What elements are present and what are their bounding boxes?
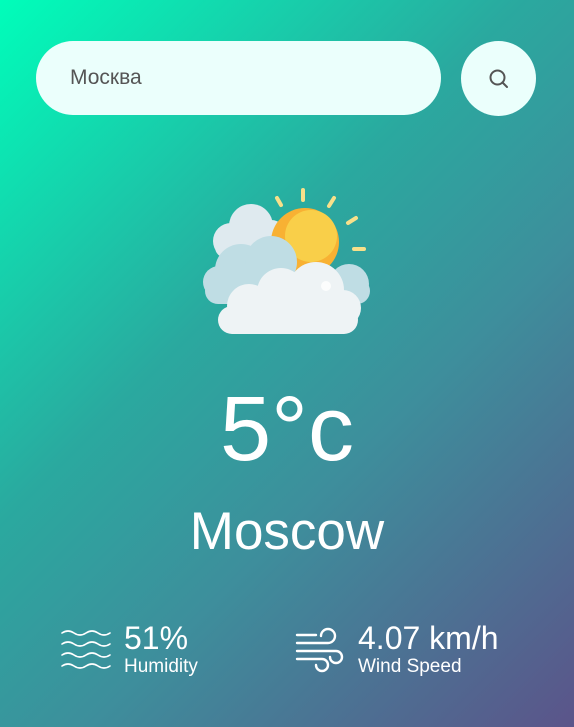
wind-icon [295,627,344,673]
partly-cloudy-icon [203,188,370,334]
search-input[interactable] [68,65,409,91]
humidity-label: Humidity [124,656,198,677]
temperature: 5°c [220,378,354,480]
search-icon [489,69,508,88]
humidity-value: 51% [124,620,189,656]
weather-card: 5°c Moscow 51% Humidity 4.07 km/h [0,0,574,727]
wind-label: Wind Speed [358,656,462,677]
city-name: Moscow [189,502,385,561]
wind-text: 4.07 km/h Wind Speed [358,620,499,678]
wind-value: 4.07 km/h [358,620,499,656]
humidity-text: 51% Humidity [124,620,198,678]
wind-detail: 4.07 km/h Wind Speed [294,620,499,678]
search-button[interactable] [461,41,536,116]
humidity-detail: 51% Humidity [60,620,198,678]
humidity-waves-icon [61,630,111,669]
search-box [36,41,441,115]
